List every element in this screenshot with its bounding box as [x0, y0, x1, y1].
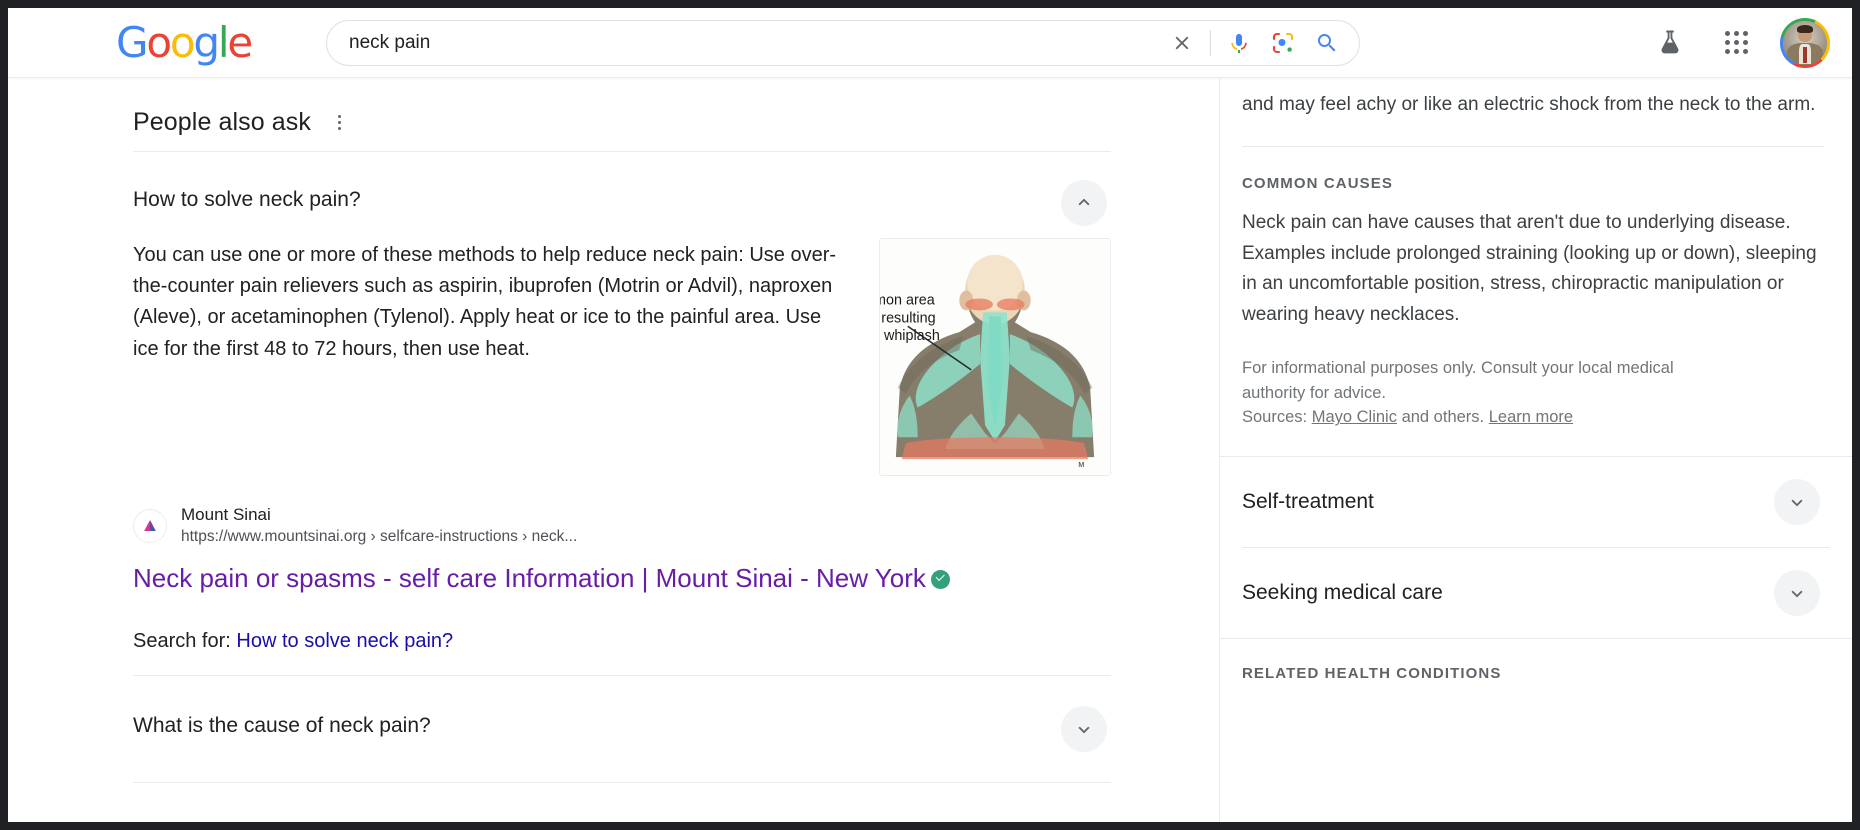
avatar-image	[1783, 21, 1827, 65]
search-submit-button[interactable]	[1305, 21, 1349, 65]
people-also-ask-header: People also ask	[133, 78, 1111, 151]
search-icon	[1315, 31, 1339, 55]
kp-expand-button-1[interactable]	[1774, 570, 1820, 616]
source-meta: Mount Sinai https://www.mountsinai.org ›…	[181, 504, 577, 548]
paa-expand-button-1[interactable]	[1061, 706, 1107, 752]
chevron-down-icon	[1073, 718, 1095, 740]
paa-thumbnail-0[interactable]: mon area in resulting whiplash ᴍ	[879, 238, 1111, 476]
microphone-icon	[1227, 31, 1251, 55]
kp-sources-middle: and others.	[1397, 408, 1489, 426]
page-title: People also ask	[133, 108, 311, 137]
logo-letter-o1: o	[146, 18, 170, 67]
knowledge-panel-body: and may feel achy or like an electric sh…	[1220, 78, 1852, 456]
kp-row-label-0: Self-treatment	[1242, 490, 1374, 514]
kp-row-self-treatment[interactable]: Self-treatment	[1220, 457, 1852, 547]
account-avatar[interactable]	[1780, 18, 1830, 68]
verified-check-icon	[931, 570, 950, 589]
kp-sources-prefix: Sources:	[1242, 408, 1312, 426]
logo-letter-l: l	[218, 18, 227, 67]
source-row[interactable]: Mount Sinai https://www.mountsinai.org ›…	[133, 504, 1111, 548]
google-apps-button[interactable]	[1714, 21, 1758, 65]
paa-answer-text-0: You can use one or more of these methods…	[133, 232, 851, 476]
svg-text:mon area: mon area	[880, 292, 935, 308]
google-lens-icon	[1271, 31, 1295, 55]
svg-text:whiplash: whiplash	[883, 328, 940, 344]
logo-letter-e: e	[227, 18, 251, 67]
kp-row-label-1: Seeking medical care	[1242, 581, 1443, 605]
svg-text:in resulting: in resulting	[880, 310, 936, 326]
divider	[1242, 146, 1824, 147]
search-bar[interactable]	[326, 20, 1360, 66]
google-logo[interactable]: Google	[116, 22, 251, 64]
result-title-link[interactable]: Neck pain or spasms - self care Informat…	[133, 562, 1033, 596]
search-for-link[interactable]: How to solve neck pain?	[236, 630, 453, 652]
voice-search-button[interactable]	[1217, 21, 1261, 65]
people-also-ask-block: People also ask How to solve neck pain?	[133, 78, 1111, 783]
labs-button[interactable]	[1648, 21, 1692, 65]
kp-disclaimer-line2: authority for advice.	[1242, 381, 1824, 406]
mount-sinai-favicon	[133, 509, 167, 543]
header-actions	[1648, 18, 1830, 68]
kp-disclaimer-line1: For informational purposes only. Consult…	[1242, 356, 1824, 381]
paa-question-row-1[interactable]: What is the cause of neck pain?	[133, 676, 1111, 782]
clear-search-button[interactable]	[1160, 21, 1204, 65]
logo-letter-o2: o	[170, 18, 194, 67]
browser-viewport: Google	[8, 8, 1852, 822]
chevron-down-icon	[1786, 582, 1808, 604]
chevron-down-icon	[1786, 491, 1808, 513]
kp-row-seeking-medical-care[interactable]: Seeking medical care	[1220, 548, 1852, 638]
kp-fragment-text: and may feel achy or like an electric sh…	[1242, 78, 1824, 120]
kp-expand-button-0[interactable]	[1774, 479, 1820, 525]
google-lens-button[interactable]	[1261, 21, 1305, 65]
kp-common-causes-body: Neck pain can have causes that aren't du…	[1242, 208, 1824, 330]
paa-question-0: How to solve neck pain?	[133, 180, 361, 213]
mountain-icon	[140, 516, 160, 536]
search-for-row: Search for: How to solve neck pain?	[133, 630, 1111, 675]
paa-item-1: What is the cause of neck pain?	[133, 676, 1111, 783]
knowledge-panel: and may feel achy or like an electric sh…	[1220, 78, 1852, 822]
logo-letter-g1: G	[116, 18, 146, 67]
search-for-label: Search for:	[133, 630, 231, 652]
kp-common-causes-title: COMMON CAUSES	[1242, 175, 1824, 192]
paa-question-row-0[interactable]: How to solve neck pain?	[133, 152, 1111, 232]
search-header: Google	[8, 8, 1852, 78]
kp-disclaimer: For informational purposes only. Consult…	[1242, 356, 1824, 430]
kp-learn-more-link[interactable]: Learn more	[1489, 408, 1573, 426]
search-input[interactable]	[349, 32, 1160, 54]
source-url: https://www.mountsinai.org › selfcare-in…	[181, 527, 577, 548]
paa-item-0: How to solve neck pain? You can use one …	[133, 152, 1111, 676]
more-options-icon[interactable]	[325, 109, 353, 137]
apps-grid-icon	[1725, 31, 1748, 54]
paa-question-1: What is the cause of neck pain?	[133, 706, 431, 739]
kp-sources-link[interactable]: Mayo Clinic	[1312, 408, 1397, 426]
paa-source-block-0: Mount Sinai https://www.mountsinai.org ›…	[133, 482, 1111, 596]
page-content: People also ask How to solve neck pain?	[8, 78, 1852, 822]
flask-icon	[1655, 28, 1685, 58]
kp-related-title: RELATED HEALTH CONDITIONS	[1220, 639, 1852, 702]
logo-letter-g2: g	[193, 18, 217, 67]
neck-anatomy-diagram: mon area in resulting whiplash ᴍ	[880, 239, 1110, 475]
search-results-column: People also ask How to solve neck pain?	[8, 78, 1219, 822]
close-icon	[1171, 32, 1193, 54]
result-title-text: Neck pain or spasms - self care Informat…	[133, 563, 926, 593]
divider	[133, 782, 1111, 783]
kp-sources-line: Sources: Mayo Clinic and others. Learn m…	[1242, 405, 1824, 430]
chevron-up-icon	[1073, 192, 1095, 214]
search-bar-divider	[1210, 30, 1211, 56]
paa-collapse-button-0[interactable]	[1061, 180, 1107, 226]
source-name: Mount Sinai	[181, 504, 577, 527]
svg-text:ᴍ: ᴍ	[1078, 459, 1084, 469]
paa-answer-block-0: You can use one or more of these methods…	[133, 232, 1111, 482]
